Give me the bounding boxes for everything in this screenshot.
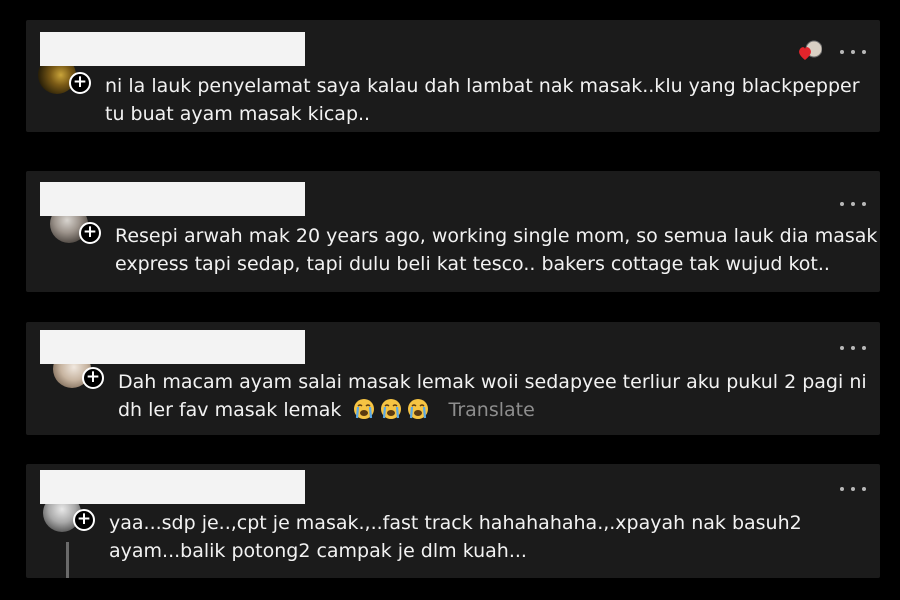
comment-line-text: dh ler fav masak lemak	[118, 399, 342, 421]
comment-text: Dah macam ayam salai masak lemak woii se…	[118, 368, 867, 424]
comment-line: Resepi arwah mak 20 years ago, working s…	[115, 225, 878, 247]
follow-add-icon[interactable]: +	[69, 72, 91, 94]
comment-card: + yaa...sdp je..,cpt je masak.,..fast tr…	[26, 464, 880, 578]
comment-line: yaa...sdp je..,cpt je masak.,..fast trac…	[109, 512, 802, 534]
reply-thread-line	[66, 542, 69, 578]
crying-face-emoji-icon	[381, 399, 402, 419]
username-redacted	[40, 330, 305, 364]
follow-add-icon[interactable]: +	[82, 367, 104, 389]
crying-face-emoji-icon	[354, 399, 375, 419]
comment-text: yaa...sdp je..,cpt je masak.,..fast trac…	[109, 509, 802, 565]
comment-line: Dah macam ayam salai masak lemak woii se…	[118, 371, 867, 393]
comment-card: + Resepi arwah mak 20 years ago, working…	[26, 171, 880, 292]
more-options-icon[interactable]	[840, 483, 866, 495]
comment-line: ni la lauk penyelamat saya kalau dah lam…	[105, 75, 860, 97]
follow-add-icon[interactable]: +	[73, 509, 95, 531]
translate-link[interactable]: Translate	[449, 399, 535, 421]
username-redacted	[40, 32, 305, 66]
username-redacted	[40, 182, 305, 216]
more-options-icon[interactable]	[840, 342, 866, 354]
more-options-icon[interactable]	[840, 46, 866, 58]
comment-line: ayam...balik potong2 campak je dlm kuah.…	[109, 540, 527, 562]
comment-card: + Dah macam ayam salai masak lemak woii …	[26, 322, 880, 435]
comment-line: tu buat ayam masak kicap..	[105, 103, 371, 125]
comment-card: + ni la lauk penyelamat saya kalau dah l…	[26, 20, 880, 132]
more-options-icon[interactable]	[840, 198, 866, 210]
follow-add-icon[interactable]: +	[79, 222, 101, 244]
heart-reaction-icon[interactable]	[798, 40, 822, 62]
comment-line: express tapi sedap, tapi dulu beli kat t…	[115, 253, 830, 275]
comment-text: ni la lauk penyelamat saya kalau dah lam…	[105, 72, 860, 128]
username-redacted	[40, 470, 305, 504]
comment-line: dh ler fav masak lemak Translate	[118, 396, 867, 424]
crying-face-emoji-icon	[408, 399, 429, 419]
comment-text: Resepi arwah mak 20 years ago, working s…	[115, 222, 877, 278]
